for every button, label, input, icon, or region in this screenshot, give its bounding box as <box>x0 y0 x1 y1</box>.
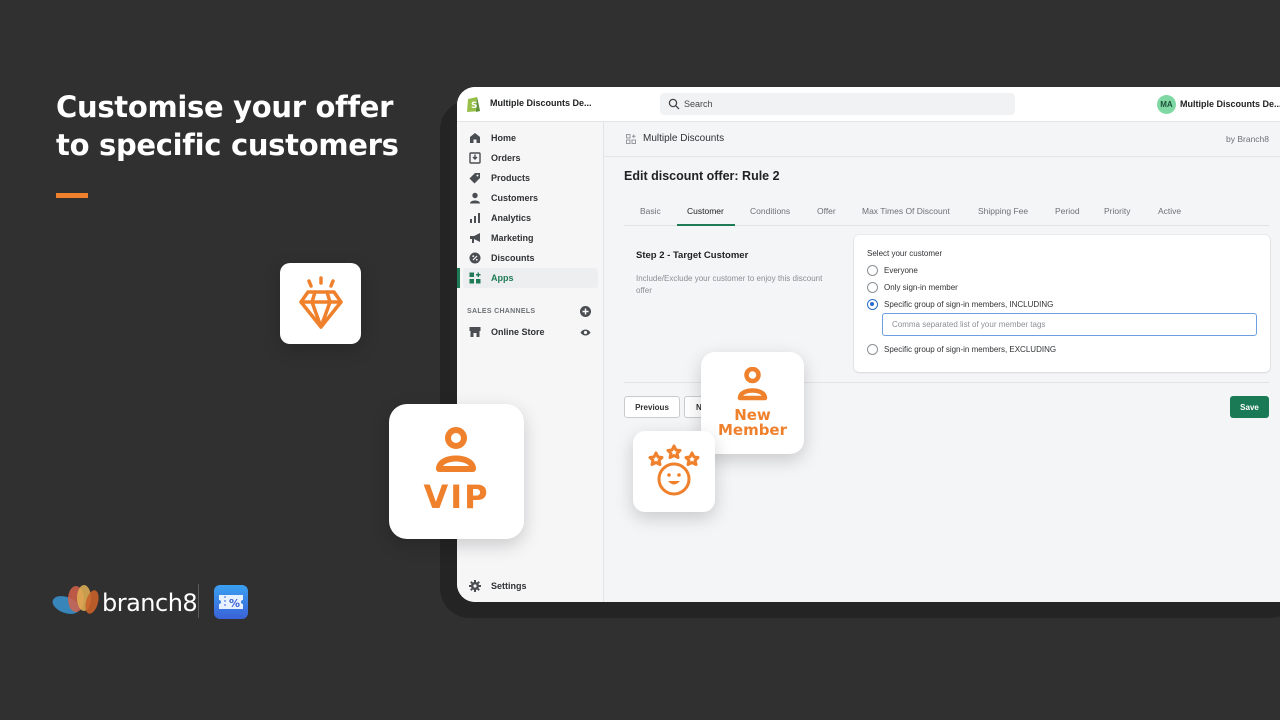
hero-headline: Customise your offer to specific custome… <box>56 88 416 164</box>
radio-label: Everyone <box>884 266 918 275</box>
app-grid-icon <box>626 134 636 144</box>
new-member-line-2: Member <box>717 421 788 439</box>
brand-footer: branch8 % <box>52 584 252 620</box>
tab-customer[interactable]: Customer <box>687 206 724 216</box>
tab-max-times[interactable]: Max Times Of Discount <box>862 206 950 216</box>
radio-button[interactable] <box>867 344 878 355</box>
svg-text:S: S <box>471 101 477 111</box>
brand-separator <box>198 584 199 618</box>
rated-smiley-icon <box>648 444 700 496</box>
top-bar: S Multiple Discounts De... Search MA Mul… <box>457 87 1280 122</box>
sidebar-item-label: Analytics <box>491 213 532 223</box>
new-member-tile: New Member <box>701 352 804 454</box>
eye-icon[interactable] <box>580 327 591 338</box>
search-icon <box>668 98 680 110</box>
discount-icon <box>469 252 481 264</box>
sidebar-item-label: Orders <box>491 153 521 163</box>
store-icon <box>469 327 481 337</box>
select-customer-label: Select your customer <box>867 249 943 258</box>
sidebar-item-settings[interactable]: Settings <box>457 576 604 596</box>
tab-offer[interactable]: Offer <box>817 206 836 216</box>
tab-bar: Basic Customer Conditions Offer Max Time… <box>624 198 1269 226</box>
member-tags-input[interactable] <box>882 313 1257 336</box>
sidebar-item-discounts[interactable]: Discounts <box>457 248 604 268</box>
tab-conditions[interactable]: Conditions <box>750 206 790 216</box>
sidebar-item-apps[interactable]: Apps <box>457 268 604 288</box>
sidebar-item-label: Marketing <box>491 233 534 243</box>
sidebar-item-marketing[interactable]: Marketing <box>457 228 604 248</box>
brand-name: branch8 <box>102 589 198 617</box>
previous-button[interactable]: Previous <box>624 396 680 418</box>
headline-line-1: Customise your offer <box>56 90 394 124</box>
happy-customer-tile <box>633 431 715 512</box>
active-highlight <box>463 268 598 288</box>
active-tab-underline <box>677 224 735 226</box>
multiple-discounts-app-icon: % <box>214 585 248 619</box>
sidebar-item-label: Discounts <box>491 253 535 263</box>
diamond-tile <box>280 263 361 344</box>
svg-text:%: % <box>229 597 240 610</box>
search-placeholder: Search <box>684 99 713 109</box>
add-sales-channel-icon[interactable] <box>580 306 591 317</box>
active-indicator <box>457 268 460 288</box>
sidebar-item-label: Products <box>491 173 531 183</box>
sidebar-item-customers[interactable]: Customers <box>457 188 604 208</box>
shopify-logo-icon: S <box>467 97 480 112</box>
tab-priority[interactable]: Priority <box>1104 206 1130 216</box>
person-icon <box>470 192 480 204</box>
settings-label: Settings <box>491 581 527 591</box>
tab-period[interactable]: Period <box>1055 206 1080 216</box>
page-title: Edit discount offer: Rule 2 <box>624 169 780 183</box>
store-name[interactable]: Multiple Discounts De... <box>490 98 592 108</box>
step-description: Include/Exclude your customer to enjoy t… <box>636 274 823 295</box>
search-bar[interactable]: Search <box>660 93 1015 115</box>
tab-basic[interactable]: Basic <box>640 206 661 216</box>
account-name[interactable]: Multiple Discounts De... <box>1180 99 1280 109</box>
megaphone-icon <box>470 233 480 243</box>
headline-line-2: to specific customers <box>56 128 399 162</box>
app-author: by Branch8 <box>1226 134 1269 144</box>
branch8-logo-icon <box>52 585 99 614</box>
sidebar-item-label: Apps <box>491 273 514 283</box>
coupon-percent-icon: % <box>219 595 243 610</box>
sidebar-item-orders[interactable]: Orders <box>457 148 604 168</box>
radio-label: Specific group of sign-in members, EXCLU… <box>884 345 1057 354</box>
person-icon <box>737 367 768 401</box>
bar-chart-icon <box>470 213 480 223</box>
radio-label: Specific group of sign-in members, INCLU… <box>884 300 1054 309</box>
apps-icon <box>469 272 481 284</box>
accent-bar <box>56 193 88 198</box>
sales-channels-heading: SALES CHANNELS <box>467 308 536 315</box>
person-icon <box>436 427 476 472</box>
app-header: Multiple Discounts by Branch8 <box>604 122 1280 157</box>
home-icon <box>470 133 480 143</box>
sidebar-item-label: Home <box>491 133 517 143</box>
tag-icon <box>469 173 480 184</box>
orders-icon <box>469 152 481 164</box>
customer-selection-card: Select your customer Everyone Only sign-… <box>854 235 1270 372</box>
sidebar-item-home[interactable]: Home <box>457 128 604 148</box>
sidebar-item-label: Customers <box>491 193 539 203</box>
app-title: Multiple Discounts <box>643 133 725 144</box>
tab-active[interactable]: Active <box>1158 206 1181 216</box>
sidebar-item-products[interactable]: Products <box>457 168 604 188</box>
vip-label: VIP <box>423 478 490 516</box>
gear-icon <box>469 580 481 592</box>
diamond-icon <box>299 276 343 329</box>
step-title: Step 2 - Target Customer <box>636 250 749 261</box>
shopify-admin-window: S Multiple Discounts De... Search MA Mul… <box>457 87 1280 602</box>
radio-button-checked[interactable] <box>867 299 878 310</box>
tab-shipping-fee[interactable]: Shipping Fee <box>978 206 1028 216</box>
sidebar-item-label: Online Store <box>491 327 545 337</box>
vip-tile: VIP <box>389 404 524 539</box>
sidebar-item-analytics[interactable]: Analytics <box>457 208 604 228</box>
avatar[interactable]: MA <box>1157 95 1176 114</box>
save-button[interactable]: Save <box>1230 396 1269 418</box>
radio-label: Only sign-in member <box>884 283 958 292</box>
radio-button[interactable] <box>867 282 878 293</box>
radio-button[interactable] <box>867 265 878 276</box>
